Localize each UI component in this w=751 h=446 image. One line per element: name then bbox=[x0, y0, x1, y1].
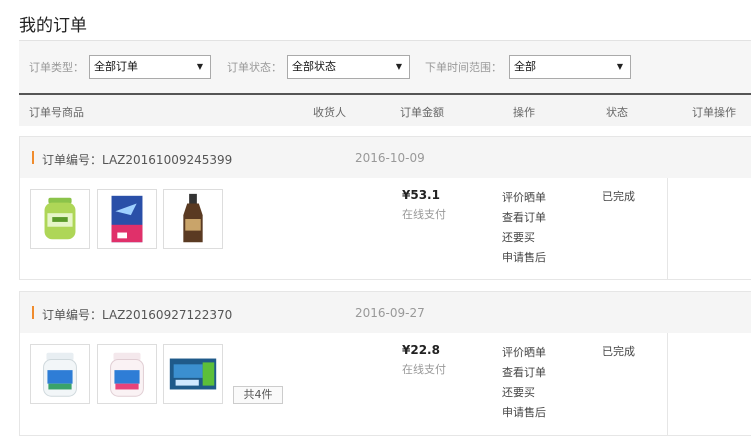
order-type-label: 订单类型： bbox=[29, 61, 84, 74]
order-header: 订单编号：LAZ20161009245399 2016-10-09 bbox=[20, 137, 751, 178]
buy-again-link[interactable]: 还要买 bbox=[502, 383, 546, 403]
after-sales-link[interactable]: 申请售后 bbox=[502, 248, 546, 268]
order-status-label: 订单状态： bbox=[227, 61, 282, 74]
view-order-link[interactable]: 查看订单 bbox=[502, 363, 546, 383]
order-price: ¥53.1 bbox=[402, 188, 440, 202]
order-operations: 评价晒单 查看订单 还要买 申请售后 bbox=[502, 343, 546, 423]
accent-bar bbox=[32, 306, 34, 319]
payment-method: 在线支付 bbox=[402, 208, 446, 221]
dropdown-arrow-icon: ▼ bbox=[196, 62, 203, 71]
order-date: 2016-09-27 bbox=[355, 306, 425, 320]
review-link[interactable]: 评价晒单 bbox=[502, 343, 546, 363]
product-thumbnail-green-gum-bottle[interactable] bbox=[30, 189, 90, 249]
column-header-operation: 操作 bbox=[513, 106, 535, 119]
dropdown-arrow-icon: ▼ bbox=[395, 62, 402, 71]
review-link[interactable]: 评价晒单 bbox=[502, 188, 546, 208]
order-header: 订单编号：LAZ20160927122370 2016-09-27 bbox=[20, 292, 751, 333]
product-thumbnail-mint-gum-bottle[interactable] bbox=[30, 344, 90, 404]
column-header-order-actions: 订单操作 bbox=[692, 106, 736, 119]
order-number: 订单编号：LAZ20161009245399 bbox=[42, 153, 233, 167]
column-header-order-goods: 订单号商品 bbox=[29, 106, 84, 119]
order-status: 已完成 bbox=[602, 345, 635, 358]
after-sales-link[interactable]: 申请售后 bbox=[502, 403, 546, 423]
order-date: 2016-10-09 bbox=[355, 151, 425, 165]
divider bbox=[667, 333, 668, 435]
time-range-label: 下单时间范围： bbox=[425, 61, 502, 74]
buy-again-link[interactable]: 还要买 bbox=[502, 228, 546, 248]
order-type-select[interactable]: 全部订单 ▼ bbox=[89, 55, 211, 79]
product-thumbnail-brown-sauce-bottle[interactable] bbox=[163, 189, 223, 249]
order-status: 已完成 bbox=[602, 190, 635, 203]
divider bbox=[667, 178, 668, 279]
order-number: 订单编号：LAZ20160927122370 bbox=[42, 308, 233, 322]
product-thumbnail-pink-gum-bottle[interactable] bbox=[97, 344, 157, 404]
filter-bar: 订单类型： 全部订单 ▼ 订单状态： 全部状态 ▼ 下单时间范围： 全部 ▼ bbox=[19, 40, 751, 94]
order-status-select[interactable]: 全部状态 ▼ bbox=[287, 55, 410, 79]
item-count-badge: 共4件 bbox=[233, 386, 283, 404]
time-range-select[interactable]: 全部 ▼ bbox=[509, 55, 631, 79]
table-header: 订单号商品 收货人 订单金额 操作 状态 订单操作 bbox=[19, 93, 751, 126]
product-thumbnail-gum-pack[interactable] bbox=[163, 344, 223, 404]
accent-bar bbox=[32, 151, 34, 164]
column-header-status: 状态 bbox=[606, 106, 628, 119]
order-price: ¥22.8 bbox=[402, 343, 440, 357]
product-thumbnail-blue-gum-box[interactable] bbox=[97, 189, 157, 249]
column-header-receiver: 收货人 bbox=[313, 106, 346, 119]
order-operations: 评价晒单 查看订单 还要买 申请售后 bbox=[502, 188, 546, 268]
column-header-amount: 订单金额 bbox=[400, 106, 444, 119]
dropdown-arrow-icon: ▼ bbox=[616, 62, 623, 71]
order-card: 订单编号：LAZ20161009245399 2016-10-09 ¥53.1 … bbox=[19, 136, 751, 280]
payment-method: 在线支付 bbox=[402, 363, 446, 376]
view-order-link[interactable]: 查看订单 bbox=[502, 208, 546, 228]
order-card: 订单编号：LAZ20160927122370 2016-09-27 共4件 ¥2… bbox=[19, 291, 751, 436]
page-title: 我的订单 bbox=[19, 16, 87, 36]
